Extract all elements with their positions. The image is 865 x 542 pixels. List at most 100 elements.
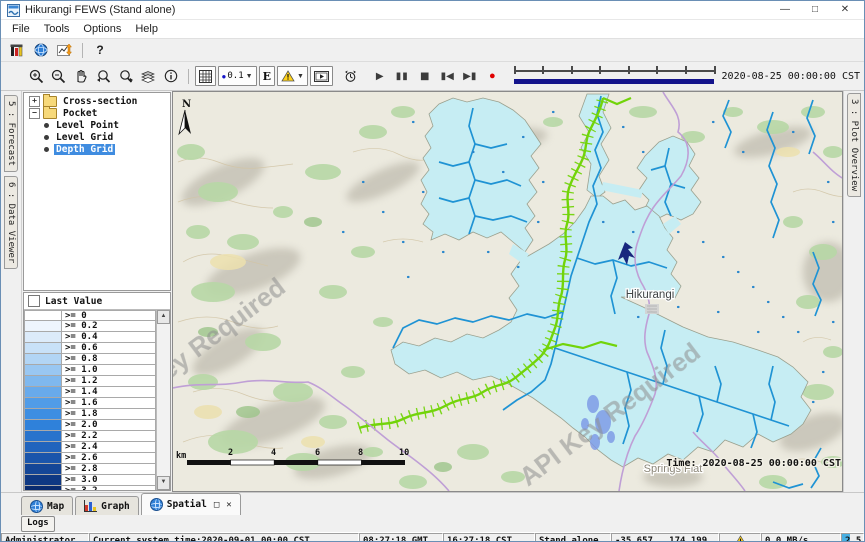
legend-color-swatch [24,387,62,398]
legend-row[interactable]: >= 3.2 [24,486,156,490]
contour-interval-dropdown[interactable]: ● 0.1 ▼ [218,66,257,86]
zoom-previous-icon[interactable] [94,66,115,86]
menu-help[interactable]: Help [128,20,165,38]
legend-row[interactable]: >= 1.4 [24,387,156,398]
bullet-icon [44,147,49,152]
tree-item-label: Depth Grid [54,144,115,155]
legend-row[interactable]: >= 0.8 [24,354,156,365]
zoom-in-icon[interactable] [26,66,47,86]
tree-item-level-point[interactable]: Level Point [24,119,170,131]
legend-row[interactable]: >= 1.2 [24,376,156,387]
tree-item-label: Pocket [61,108,99,119]
map-toolbar: ● 0.1 ▼ E ▼ ▶ ▮▮ ■ ▮◀ ▶▮ ● 2020-08-25 00… [1,62,864,91]
legend-row[interactable]: >= 1.6 [24,398,156,409]
step-first-button[interactable]: ▮◀ [437,66,458,86]
legend-class-label: >= 0 [62,310,156,321]
status-mode: Stand alone [535,533,611,542]
legend-row[interactable]: >= 0.2 [24,321,156,332]
timeline-tick [599,66,601,74]
spatial-display-globe-icon[interactable] [30,40,52,60]
tab-map[interactable]: Map [21,496,73,515]
dot-icon: ● [222,72,227,81]
legend-row[interactable]: >= 0.6 [24,343,156,354]
grid-display-button[interactable] [195,66,216,86]
labels-toggle-glyph: E [263,70,271,83]
legend-row[interactable]: >= 3.0 [24,475,156,486]
warning-triangle-icon [281,70,295,82]
pause-button[interactable]: ▮▮ [392,66,413,86]
toolbar-separator [188,69,189,84]
tree-item-level-grid[interactable]: Level Grid [24,131,170,143]
tab-3-plot-overview[interactable]: 3 : Plot Overview [847,93,861,197]
tab-spatial[interactable]: Spatial □ ✕ [141,493,241,515]
info-icon[interactable] [161,66,182,86]
scroll-up-icon[interactable]: ▲ [157,310,170,324]
warnings-dropdown[interactable]: ▼ [277,66,308,86]
tab-6-data-viewer[interactable]: 6 : Data Viewer [4,176,18,269]
last-value-label: Last Value [45,296,102,307]
legend-row[interactable]: >= 1.8 [24,409,156,420]
tab-maximize-icon[interactable]: □ [214,500,219,510]
map-canvas[interactable]: API Key Required API Key Required Hikura… [173,92,843,491]
timeline-tick [685,66,687,74]
record-button[interactable]: ● [482,66,503,86]
timeseries-dialog-icon[interactable] [54,40,76,60]
chevron-down-icon: ▼ [297,73,304,80]
tab-close-icon[interactable]: ✕ [226,500,231,510]
timeline-span-bar[interactable] [514,79,714,84]
labels-toggle-button[interactable]: E [259,66,275,86]
logs-button[interactable]: Logs [21,516,55,532]
globe-icon [150,498,163,511]
stop-button[interactable]: ■ [414,66,435,86]
menu-tools[interactable]: Tools [37,20,77,38]
legend-row[interactable]: >= 0.4 [24,332,156,343]
bottom-tab-label: Spatial [167,499,207,510]
help-button[interactable]: ? [89,40,111,60]
tree-item-pocket[interactable]: − Pocket [24,107,170,119]
spatial-map-view[interactable]: API Key Required API Key Required Hikura… [172,91,843,492]
menu-file[interactable]: File [5,20,37,38]
pan-hand-icon[interactable] [71,66,92,86]
play-button[interactable]: ▶ [369,66,390,86]
minimize-button[interactable]: — [770,1,800,19]
legend-row[interactable]: >= 2.2 [24,431,156,442]
zoom-out-icon[interactable] [49,66,70,86]
time-navigator-slider[interactable] [514,64,714,88]
legend-row[interactable]: >= 0 [24,310,156,321]
layers-panel: +Cross-section−PocketLevel PointLevel Gr… [22,91,172,492]
legend-panel: Last Value >= 0>= 0.2>= 0.4>= 0.6>= 0.8>… [23,292,171,491]
chart-icon [84,500,97,512]
toolbar-separator [82,43,83,58]
legend-class-label: >= 1.6 [62,398,156,409]
legend-scrollbar[interactable]: ▲ ▼ [156,310,170,490]
tab-5-forecast[interactable]: 5 : Forecast [4,95,18,172]
close-button[interactable]: ✕ [830,1,860,19]
scroll-down-icon[interactable]: ▼ [157,476,170,490]
svg-text:N: N [182,99,191,110]
maximize-button[interactable]: □ [800,1,830,19]
application-window: Hikurangi FEWS (Stand alone) — □ ✕ FileT… [0,0,865,542]
tree-expander-icon[interactable]: + [29,96,40,107]
legend-row[interactable]: >= 2.8 [24,464,156,475]
legend-row[interactable]: >= 2.6 [24,453,156,464]
status-coordinates: -35.657 , 174.199 [611,533,719,542]
layers-icon[interactable] [139,66,160,86]
movie-export-button[interactable] [310,66,333,86]
database-icon[interactable] [6,40,28,60]
legend-row[interactable]: >= 2.4 [24,442,156,453]
legend-color-swatch [24,321,62,332]
legend-color-swatch [24,409,62,420]
legend-row[interactable]: >= 2.0 [24,420,156,431]
step-last-button[interactable]: ▶▮ [460,66,481,86]
tab-graph[interactable]: Graph [75,496,139,515]
bottom-tab-label: Map [47,501,64,512]
last-value-checkbox[interactable] [28,295,40,307]
timeline-tick [514,66,516,74]
tree-item-depth-grid[interactable]: Depth Grid [24,143,170,155]
timeline-tick [656,66,658,74]
menu-options[interactable]: Options [76,20,128,38]
animation-settings-icon[interactable] [340,66,361,86]
tree-expander-icon[interactable]: − [29,108,40,119]
legend-row[interactable]: >= 1.0 [24,365,156,376]
zoom-next-icon[interactable] [116,66,137,86]
